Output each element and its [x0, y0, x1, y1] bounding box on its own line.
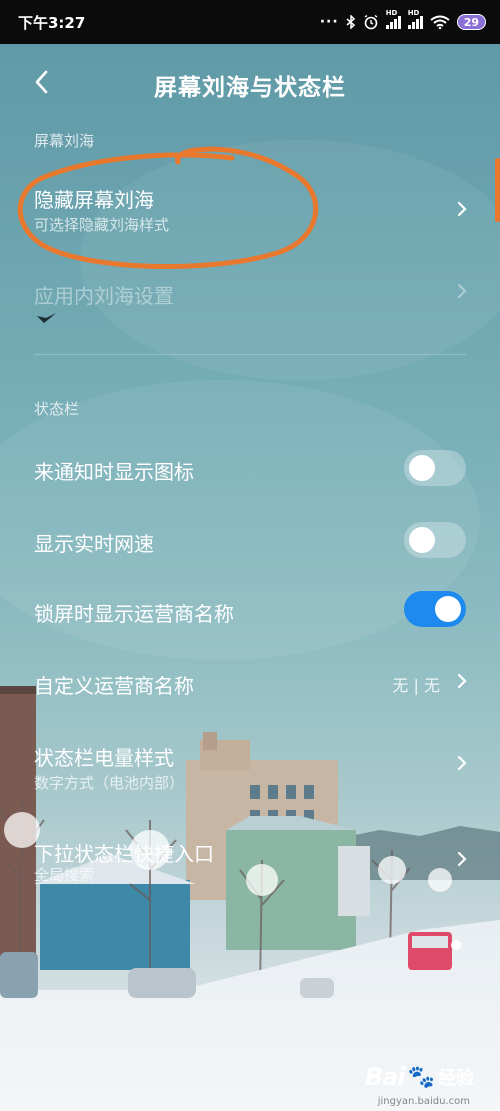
- notify-icon-row: 来通知时显示图标: [0, 446, 500, 490]
- watermark-brand: Bai: [364, 1063, 406, 1091]
- carrier-lock-row: 锁屏时显示运营商名称: [0, 590, 500, 634]
- toggle-knob: [409, 455, 435, 481]
- settings-screen: 下午3:27 ··· HD HD 29 屏幕刘海与状态栏 屏幕刘海 隐藏屏幕刘海…: [0, 0, 500, 1111]
- pulldown-shortcut-row[interactable]: 下拉状态栏快捷入口 全局搜索: [0, 832, 500, 898]
- signal-hd-icon: HD: [385, 9, 401, 29]
- hide-notch-subtitle: 可选择隐藏刘海样式: [34, 216, 170, 234]
- battery-style-row[interactable]: 状态栏电量样式 数字方式（电池内部）: [0, 736, 500, 802]
- status-bar: 下午3:27 ··· HD HD 29: [0, 0, 500, 44]
- in-app-notch-title: 应用内刘海设置: [34, 284, 174, 308]
- bird-icon: [37, 313, 56, 323]
- section-label-statusbar: 状态栏: [34, 400, 80, 418]
- page-title: 屏幕刘海与状态栏: [154, 75, 346, 101]
- chevron-right-icon: [457, 283, 467, 299]
- signal-hd-2-icon: HD: [407, 9, 423, 29]
- notify-icon-title: 来通知时显示图标: [34, 460, 194, 484]
- carrier-lock-title: 锁屏时显示运营商名称: [34, 602, 234, 626]
- alarm-icon: [364, 14, 378, 30]
- chevron-right-icon: [457, 851, 467, 867]
- battery-badge: 29: [456, 14, 486, 30]
- status-time: 下午3:27: [18, 13, 86, 32]
- hide-notch-title: 隐藏屏幕刘海: [34, 188, 154, 212]
- bluetooth-icon: [346, 15, 355, 29]
- in-app-notch-row[interactable]: 应用内刘海设置: [0, 272, 500, 316]
- scroll-indicator: [495, 158, 500, 222]
- carrier-lock-toggle[interactable]: [404, 591, 466, 627]
- battery-style-subtitle: 数字方式（电池内部）: [34, 774, 185, 792]
- page-header: 屏幕刘海与状态栏: [0, 44, 500, 120]
- section-divider: [34, 354, 466, 355]
- battery-style-title: 状态栏电量样式: [34, 746, 174, 770]
- chevron-right-icon: [457, 201, 467, 217]
- watermark-logo: Bai 🐾 经验: [365, 1063, 474, 1091]
- wifi-icon: [430, 15, 450, 29]
- net-speed-title: 显示实时网速: [34, 532, 154, 556]
- status-icons: ··· HD HD 29: [319, 9, 486, 30]
- custom-carrier-value: 无 | 无: [392, 676, 440, 695]
- pulldown-shortcut-subtitle: 全局搜索: [34, 866, 95, 884]
- pulldown-shortcut-title: 下拉状态栏快捷入口: [34, 842, 214, 866]
- watermark-url: jingyan.baidu.com: [377, 1096, 470, 1107]
- chevron-right-icon: [457, 755, 467, 771]
- chevron-right-icon: [457, 673, 467, 689]
- net-speed-toggle[interactable]: [404, 522, 466, 558]
- notify-icon-toggle[interactable]: [404, 450, 466, 486]
- custom-carrier-row[interactable]: 自定义运营商名称 无 | 无: [0, 662, 500, 706]
- paw-icon: 🐾: [407, 1064, 435, 1090]
- net-speed-row: 显示实时网速: [0, 518, 500, 562]
- custom-carrier-title: 自定义运营商名称: [34, 674, 194, 698]
- more-dots-icon: ···: [319, 14, 339, 30]
- toggle-knob: [409, 527, 435, 553]
- section-label-notch: 屏幕刘海: [34, 132, 95, 150]
- toggle-knob: [435, 596, 461, 622]
- watermark-text: 经验: [438, 1068, 474, 1089]
- hide-notch-row[interactable]: 隐藏屏幕刘海 可选择隐藏刘海样式: [0, 178, 500, 244]
